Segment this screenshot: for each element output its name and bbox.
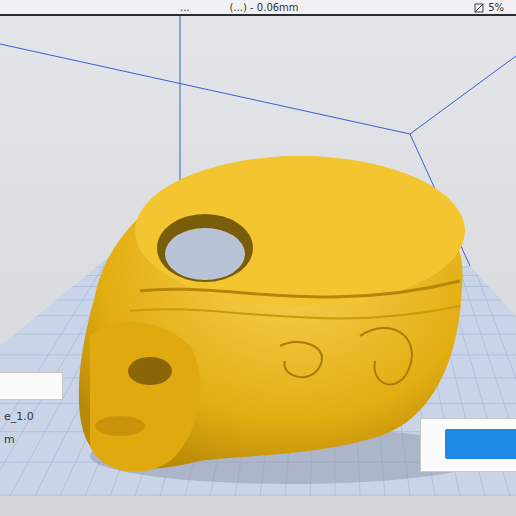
- toolbar-text[interactable]: (...) - 0.06mm: [230, 2, 299, 14]
- object-panel: e_1.0m: [0, 372, 63, 446]
- infill-icon: [474, 3, 484, 13]
- slicer-screen: ... (...) - 0.06mm 5% e_1.0m: [0, 0, 516, 516]
- toolbar-text[interactable]: ...: [180, 2, 190, 14]
- skull-model: [79, 156, 465, 472]
- object-field[interactable]: [0, 372, 63, 400]
- action-panel: [420, 418, 516, 472]
- object-name: e_1.0: [0, 410, 63, 423]
- slice-button[interactable]: [445, 429, 516, 459]
- 3d-viewport[interactable]: e_1.0m: [0, 16, 516, 516]
- top-toolbar: ... (...) - 0.06mm 5%: [0, 0, 516, 16]
- object-dimension: m: [0, 433, 63, 446]
- infill-setting[interactable]: 5%: [474, 2, 504, 14]
